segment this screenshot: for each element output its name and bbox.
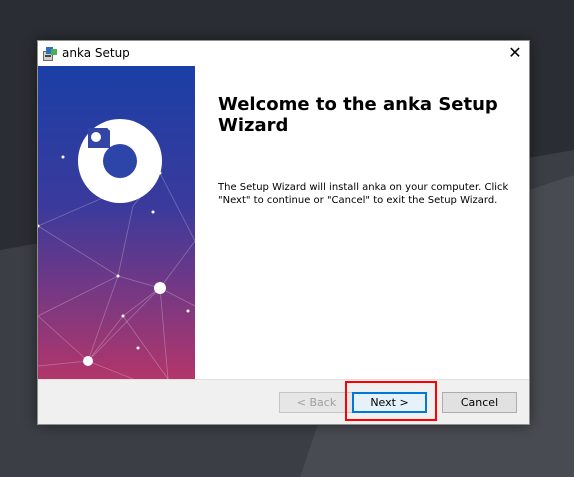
title-bar[interactable]: anka Setup ✕ xyxy=(38,41,529,66)
welcome-description: The Setup Wizard will install anka on yo… xyxy=(218,182,509,206)
close-button[interactable]: ✕ xyxy=(501,41,529,66)
banner-graphic xyxy=(38,66,195,379)
close-icon: ✕ xyxy=(508,43,522,62)
wizard-footer: < Back Next > Cancel xyxy=(38,379,529,424)
cancel-button[interactable]: Cancel xyxy=(442,392,517,413)
installer-icon xyxy=(43,47,57,61)
setup-window: anka Setup ✕ Welcome to the anka Setup W… xyxy=(37,40,530,425)
anka-logo xyxy=(78,119,162,203)
welcome-panel: Welcome to the anka Setup Wizard The Set… xyxy=(195,66,529,379)
next-button[interactable]: Next > xyxy=(352,392,427,413)
window-title: anka Setup xyxy=(62,46,130,60)
back-button[interactable]: < Back xyxy=(279,392,354,413)
welcome-heading: Welcome to the anka Setup Wizard xyxy=(218,94,498,136)
wizard-banner xyxy=(38,66,195,379)
